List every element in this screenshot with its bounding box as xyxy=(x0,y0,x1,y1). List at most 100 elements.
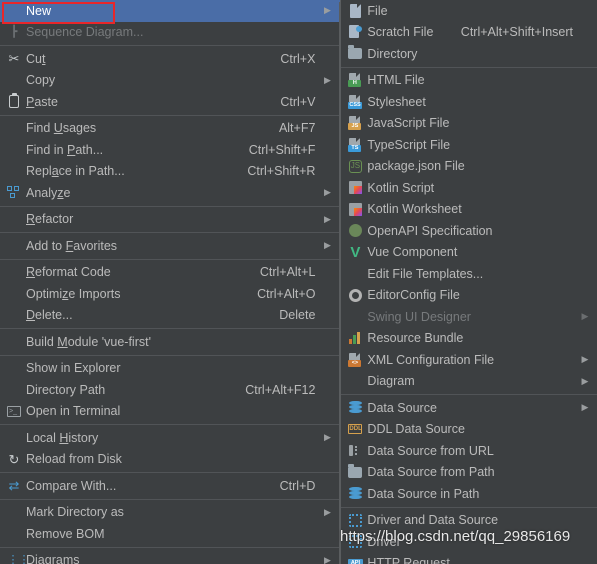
scratch-file-icon xyxy=(343,24,367,40)
menu-item-label: Data Source from Path xyxy=(367,465,495,480)
menu-item-data-source-in-path[interactable]: Data Source in Path xyxy=(341,483,597,505)
menu-item-label: Mark Directory as xyxy=(26,505,124,520)
menu-item-paste[interactable]: Paste Ctrl+V xyxy=(0,91,339,113)
menu-item-label: EditorConfig File xyxy=(367,288,460,303)
no-icon xyxy=(2,286,26,302)
menu-item-label: Driver xyxy=(367,534,401,549)
menu-item-label: Build Module 'vue-first' xyxy=(26,334,151,349)
database-icon xyxy=(343,486,367,502)
no-icon xyxy=(2,72,26,88)
menu-item-label: Copy xyxy=(26,73,56,88)
menu-item-replace-in-path[interactable]: Replace in Path... Ctrl+Shift+R xyxy=(0,161,339,183)
database-icon xyxy=(343,400,367,416)
menu-item-xml-configuration-file[interactable]: <> XML Configuration File ▶ xyxy=(341,349,597,371)
menu-item-label: Driver and Data Source xyxy=(367,513,499,528)
menu-item-label: TypeScript File xyxy=(367,137,451,152)
menu-item-javascript-file[interactable]: JS JavaScript File xyxy=(341,113,597,135)
no-icon xyxy=(2,120,26,136)
menu-item-data-source[interactable]: Data Source ▶ xyxy=(341,397,597,419)
menu-item-find-in-path[interactable]: Find in Path... Ctrl+Shift+F xyxy=(0,139,339,161)
menu-item-vue-component[interactable]: V Vue Component xyxy=(341,242,597,264)
menu-item-open-in-terminal[interactable]: >_ Open in Terminal xyxy=(0,401,339,423)
menu-item-label: Data Source from URL xyxy=(367,443,494,458)
menu-item-label: Edit File Templates... xyxy=(367,266,484,281)
menu-item-label: Compare With... xyxy=(26,478,117,493)
no-icon xyxy=(2,430,26,446)
menu-item-ddl-data-source[interactable]: DDL DDL Data Source xyxy=(341,419,597,441)
menu-item-label: Optimize Imports xyxy=(26,286,121,301)
node-package-icon: JS xyxy=(343,158,367,174)
menu-item-refactor[interactable]: Refactor ▶ xyxy=(0,209,339,231)
project-context-menu[interactable]: New ▶ ┣ Sequence Diagram... ✂ Cut Ctrl+X Copy ▶ P… xyxy=(0,0,341,564)
menu-item-http-request[interactable]: API HTTP Request xyxy=(341,553,597,564)
menu-item-compare-with[interactable]: ⇄ Compare With... Ctrl+D xyxy=(0,475,339,497)
menu-item-add-to-favorites[interactable]: Add to Favorites ▶ xyxy=(0,235,339,257)
menu-separator xyxy=(0,328,340,329)
submenu-arrow-icon: ▶ xyxy=(323,554,331,564)
menu-item-package-json-file[interactable]: JS package.json File xyxy=(341,156,597,178)
menu-separator xyxy=(0,498,340,500)
menu-item-diagrams[interactable]: ⋮⋮ Diagrams ▶ xyxy=(0,550,339,564)
menu-item-remove-bom[interactable]: Remove BOM xyxy=(0,523,339,545)
menu-item-new[interactable]: New ▶ xyxy=(0,0,340,22)
menu-item-mark-directory-as[interactable]: Mark Directory as ▶ xyxy=(0,502,339,524)
menu-item-label: Kotlin Worksheet xyxy=(367,202,462,217)
menu-item-copy[interactable]: Copy ▶ xyxy=(0,70,339,92)
menu-item-build-module-vue-first[interactable]: Build Module 'vue-first' xyxy=(0,331,339,353)
menu-separator xyxy=(0,424,340,425)
menu-item-directory[interactable]: Directory xyxy=(341,43,597,65)
menu-item-label: Reformat Code xyxy=(26,265,111,280)
menu-item-label: Data Source xyxy=(367,400,437,415)
menu-item-reload-from-disk[interactable]: ↻ Reload from Disk xyxy=(0,449,339,471)
menu-item-driver[interactable]: Driver xyxy=(341,531,597,553)
menu-item-label: HTML File xyxy=(367,73,425,88)
menu-item-optimize-imports[interactable]: Optimize Imports Ctrl+Alt+O xyxy=(0,283,339,305)
menu-item-label: Diagram xyxy=(367,374,415,389)
menu-item-label: Find in Path... xyxy=(26,142,104,157)
menu-item-scratch-file[interactable]: Scratch File Ctrl+Alt+Shift+Insert xyxy=(341,22,597,44)
menu-item-shortcut: Ctrl+V xyxy=(280,94,316,109)
menu-item-editorconfig-file[interactable]: EditorConfig File xyxy=(341,285,597,307)
menu-item-cut[interactable]: ✂ Cut Ctrl+X xyxy=(0,48,339,70)
menu-item-directory-path[interactable]: Directory Path Ctrl+Alt+F12 xyxy=(0,379,339,401)
menu-item-resource-bundle[interactable]: Resource Bundle xyxy=(341,328,597,350)
menu-separator xyxy=(0,354,340,356)
no-icon xyxy=(2,526,26,542)
driver-icon xyxy=(343,512,367,528)
submenu-arrow-icon: ▶ xyxy=(323,506,331,517)
new-submenu[interactable]: File Scratch File Ctrl+Alt+Shift+Insert Dir… xyxy=(340,0,597,564)
menu-item-label: Delete... xyxy=(26,308,73,323)
kotlin-icon xyxy=(343,180,367,196)
menu-separator xyxy=(0,546,340,548)
menu-separator xyxy=(341,66,597,68)
menu-item-driver-and-data-source[interactable]: Driver and Data Source xyxy=(341,510,597,532)
menu-item-data-source-from-path[interactable]: Data Source from Path xyxy=(341,462,597,484)
menu-item-kotlin-worksheet[interactable]: Kotlin Worksheet xyxy=(341,199,597,221)
menu-item-diagram[interactable]: Diagram ▶ xyxy=(341,371,597,393)
submenu-arrow-icon: ▶ xyxy=(581,402,589,413)
menu-item-local-history[interactable]: Local History ▶ xyxy=(0,427,339,449)
menu-item-edit-file-templates[interactable]: Edit File Templates... xyxy=(341,263,597,285)
menu-item-data-source-from-url[interactable]: Data Source from URL xyxy=(341,440,597,462)
menu-item-reformat-code[interactable]: Reformat Code Ctrl+Alt+L xyxy=(0,262,339,284)
menu-item-file[interactable]: File xyxy=(341,0,597,22)
menu-item-stylesheet[interactable]: CSS Stylesheet xyxy=(341,91,597,113)
openapi-icon xyxy=(343,223,367,239)
menu-item-find-usages[interactable]: Find Usages Alt+F7 xyxy=(0,118,339,140)
menu-item-delete[interactable]: Delete... Delete xyxy=(0,305,339,327)
menu-item-label: Show in Explorer xyxy=(26,361,121,376)
menu-item-label: Diagrams xyxy=(26,553,80,564)
menu-item-html-file[interactable]: H HTML File xyxy=(341,70,597,92)
compare-icon: ⇄ xyxy=(8,478,20,494)
resource-bundle-icon xyxy=(343,330,367,346)
menu-item-typescript-file[interactable]: TS TypeScript File xyxy=(341,134,597,156)
no-icon xyxy=(2,238,26,254)
menu-item-show-in-explorer[interactable]: Show in Explorer xyxy=(0,358,339,380)
menu-item-kotlin-script[interactable]: Kotlin Script xyxy=(341,177,597,199)
menu-item-label: Local History xyxy=(26,430,99,445)
submenu-arrow-icon: ▶ xyxy=(323,187,331,198)
menu-item-shortcut: Ctrl+Alt+Shift+Insert xyxy=(460,25,573,40)
menu-item-openapi-specification[interactable]: OpenAPI Specification xyxy=(341,220,597,242)
menu-item-shortcut: Ctrl+Shift+R xyxy=(247,164,316,179)
menu-item-analyze[interactable]: Analyze ▶ xyxy=(0,182,339,204)
